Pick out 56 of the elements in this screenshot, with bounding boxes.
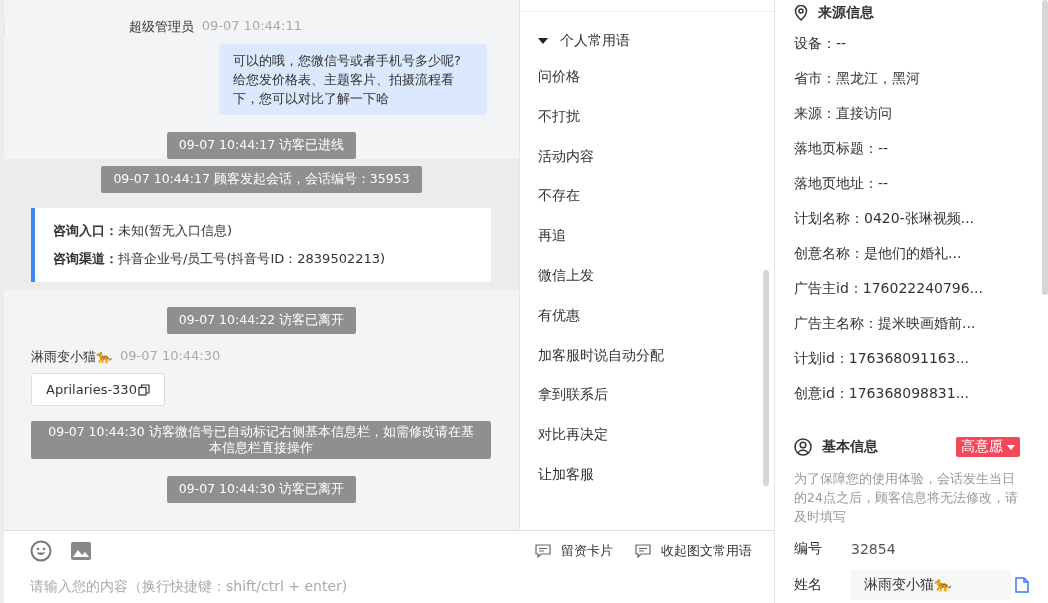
phrase-item[interactable]: 有优惠 bbox=[520, 304, 774, 345]
phrase-item[interactable]: 活动内容 bbox=[520, 145, 774, 186]
message-text: Aprilaries-330 bbox=[46, 382, 137, 397]
message-time: 09-07 10:44:30 bbox=[120, 348, 221, 365]
source-field: 设备：-- bbox=[794, 32, 1048, 67]
toolbar-button[interactable]: 留资卡片 bbox=[535, 542, 613, 560]
info-label: 咨询渠道： bbox=[53, 251, 118, 266]
emoji-icon[interactable] bbox=[30, 540, 52, 562]
phrase-item[interactable]: 对比再决定 bbox=[520, 424, 774, 464]
source-field: 广告主名称：提米映画婚前... bbox=[794, 312, 1048, 347]
section-title: 基本信息 bbox=[822, 438, 878, 456]
message-time: 09-07 10:44:11 bbox=[201, 18, 302, 35]
copy-icon[interactable] bbox=[137, 383, 150, 396]
phrase-item[interactable]: 不存在 bbox=[520, 185, 774, 226]
field-value: 32854 bbox=[851, 541, 896, 557]
notice-text: 为了保障您的使用体验，会话发生当日的24点之后，顾客信息将无法修改，请及时填写 bbox=[794, 470, 1019, 526]
location-pin-icon bbox=[794, 5, 808, 21]
toolbar-button[interactable]: 收起图文常用语 bbox=[635, 542, 752, 560]
phrase-item[interactable]: 微信上发 bbox=[520, 265, 774, 305]
system-notice: 09-07 10:44:17 访客已进线 bbox=[166, 132, 357, 159]
source-field: 广告主id：176022240796... bbox=[794, 277, 1048, 312]
sender-name: 淋雨变小猫🐆 bbox=[31, 348, 112, 366]
info-value: 抖音企业号/员工号(抖音号ID：2839502213) bbox=[118, 251, 386, 266]
image-icon[interactable] bbox=[70, 541, 92, 561]
phrase-item[interactable]: 让加客服 bbox=[520, 463, 774, 504]
system-notice: 09-07 10:44:30 访客微信号已自动标记右侧基本信息栏，如需修改请在基本信息栏直接操作 bbox=[31, 421, 491, 459]
info-label: 咨询入口： bbox=[53, 223, 118, 238]
intent-dropdown[interactable]: 高意愿 bbox=[956, 437, 1020, 457]
system-notice: 09-07 10:44:30 访客已离开 bbox=[166, 476, 357, 503]
message-bubble: 可以的哦，您微信号或者手机号多少呢?给您发价格表、主题客片、拍摄流程看下，您可以对比了解一下哈 bbox=[219, 44, 487, 115]
source-field: 落地页地址：-- bbox=[794, 172, 1048, 207]
name-field[interactable]: 淋雨变小猫🐆 bbox=[851, 570, 1011, 600]
sender-name: 超级管理员 bbox=[128, 18, 194, 36]
phrase-item[interactable]: 不打扰 bbox=[520, 105, 774, 146]
comment-icon bbox=[635, 544, 651, 558]
source-field: 计划名称：0420-张琳视频... bbox=[794, 207, 1048, 242]
comment-icon bbox=[535, 544, 551, 558]
field-label: 姓名 bbox=[794, 576, 823, 594]
info-value: 未知(暂无入口信息) bbox=[118, 223, 233, 238]
phrase-item[interactable]: 问价格 bbox=[520, 66, 774, 106]
source-field: 来源：直接访问 bbox=[794, 102, 1048, 137]
source-field: 创意名称：是他们的婚礼... bbox=[794, 242, 1048, 277]
phrase-group[interactable]: 个人常用语 bbox=[520, 24, 774, 66]
source-field: 计划id：176368091163... bbox=[794, 347, 1048, 382]
field-label: 编号 bbox=[794, 540, 823, 558]
user-icon bbox=[794, 438, 812, 456]
section-title: 来源信息 bbox=[818, 4, 874, 22]
source-field: 落地页标题：-- bbox=[794, 137, 1048, 172]
caret-icon bbox=[1007, 444, 1015, 450]
source-field: 省市：黑龙江，黑河 bbox=[794, 67, 1048, 102]
system-notice: 09-07 10:44:22 访客已离开 bbox=[166, 307, 357, 334]
phrase-item[interactable]: 加客服时说自动分配 bbox=[520, 344, 774, 385]
phrase-item[interactable]: 拿到联系后 bbox=[520, 384, 774, 425]
phrase-item[interactable]: 再追 bbox=[520, 225, 774, 265]
source-field: 创意id：176368098831... bbox=[794, 382, 1048, 417]
system-notice: 09-07 10:44:17 顾客发起会话，会话编号：35953 bbox=[101, 166, 422, 193]
